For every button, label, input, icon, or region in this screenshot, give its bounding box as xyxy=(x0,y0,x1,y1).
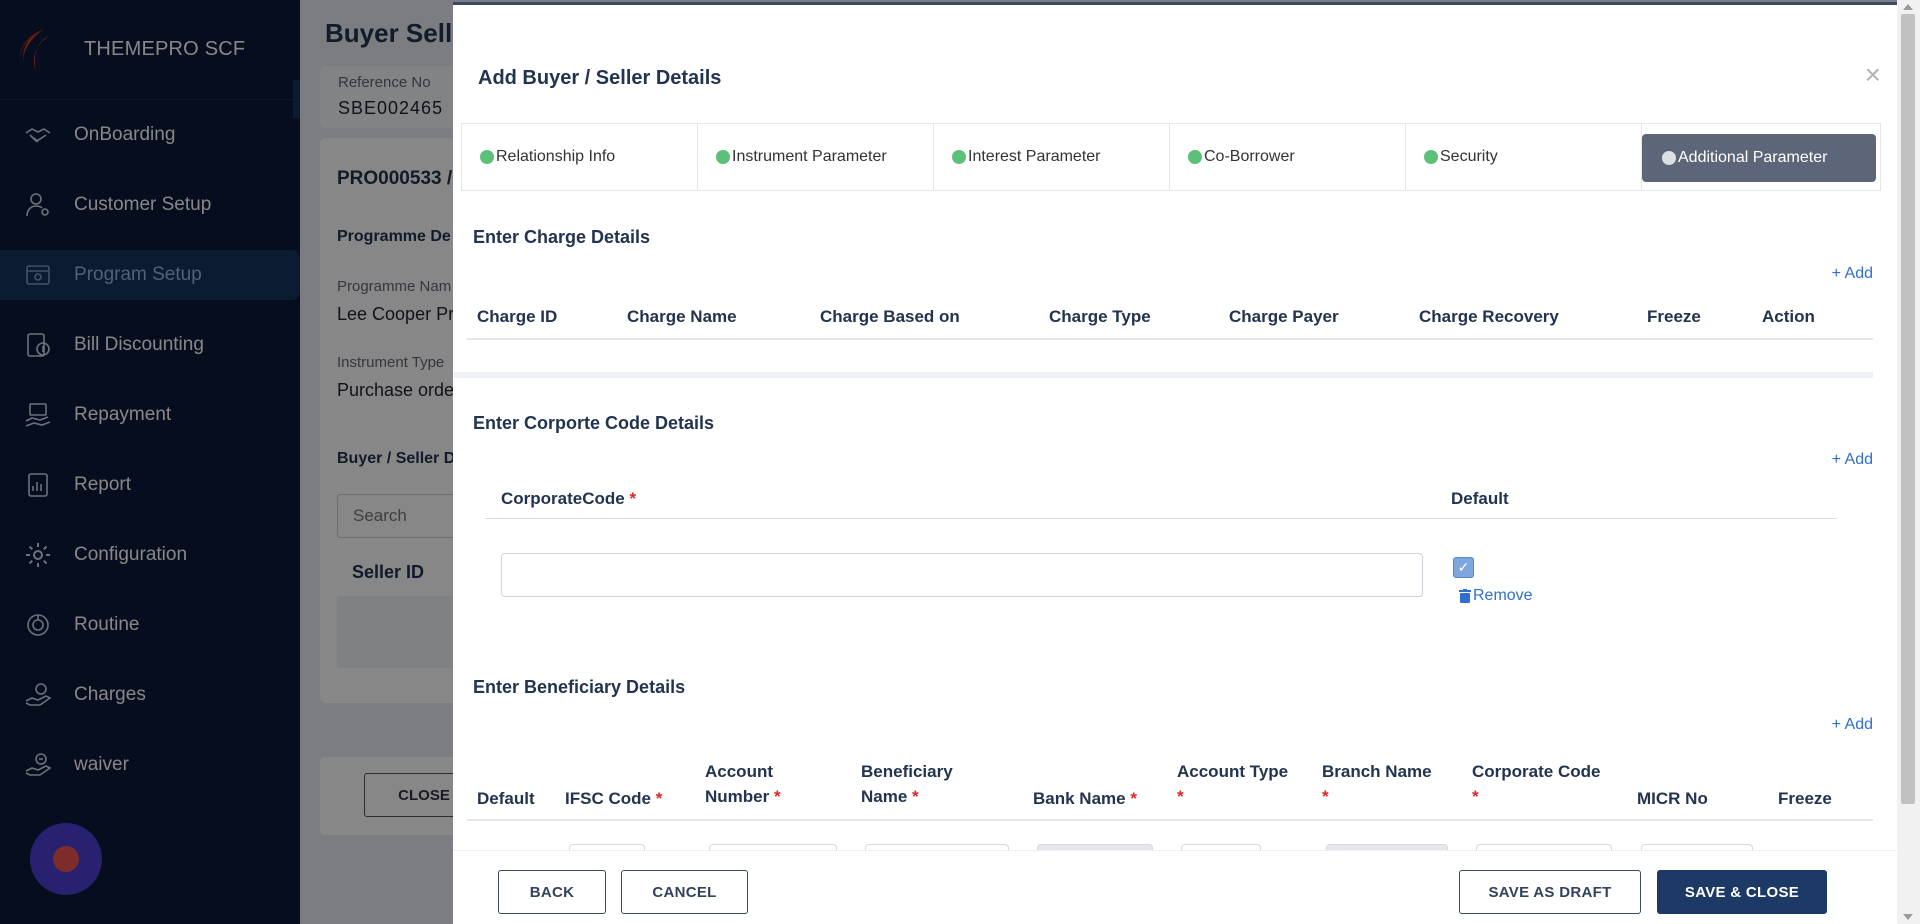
column-label: Account Type xyxy=(1177,762,1289,781)
trash-icon xyxy=(1459,589,1471,603)
column-header: Action xyxy=(1762,307,1815,326)
save-and-close-button[interactable]: SAVE & CLOSE xyxy=(1657,870,1827,914)
tab-label: Interest Parameter xyxy=(968,148,1101,165)
cancel-button[interactable]: CANCEL xyxy=(621,870,748,914)
column-header: Charge ID xyxy=(477,307,558,326)
add-charge-link[interactable]: + Add xyxy=(1832,265,1873,283)
column-label: CorporateCode xyxy=(501,488,625,508)
add-beneficiary-link[interactable]: + Add xyxy=(1832,716,1873,734)
status-dot-icon xyxy=(1188,150,1202,164)
column-label: Bank Name xyxy=(1033,789,1126,808)
required-mark: * xyxy=(655,789,663,808)
modal-content[interactable]: Enter Charge Details + Add Charge ID Cha… xyxy=(453,191,1873,851)
tab-bar: Relationship Info Instrument Parameter I… xyxy=(461,123,1881,191)
column-label: Freeze xyxy=(1778,789,1832,808)
column-header: Charge Payer xyxy=(1229,307,1339,326)
column-header-bank-name: Bank Name * xyxy=(1023,789,1167,809)
tab-label: Instrument Parameter xyxy=(732,148,887,165)
column-header: Freeze xyxy=(1647,307,1701,326)
required-mark: * xyxy=(912,787,919,806)
scrollbar-thumb[interactable] xyxy=(1901,14,1915,804)
tab-label: Security xyxy=(1440,148,1498,165)
status-dot-icon xyxy=(952,150,966,164)
required-mark: * xyxy=(1130,789,1137,808)
column-label: Account xyxy=(705,762,773,781)
status-dot-icon xyxy=(716,150,730,164)
scroll-down-icon[interactable] xyxy=(1903,914,1913,920)
tab-security[interactable]: Security xyxy=(1406,124,1642,190)
column-header: Charge Name xyxy=(627,307,737,326)
close-icon[interactable]: × xyxy=(1865,61,1881,89)
tab-label: Co-Borrower xyxy=(1204,148,1295,165)
charge-table-header: Charge ID Charge Name Charge Based on Ch… xyxy=(467,296,1873,340)
column-label: Beneficiary xyxy=(861,762,953,781)
page-scrollbar[interactable] xyxy=(1897,0,1920,924)
column-header-account-number: Account Number * xyxy=(695,759,851,809)
column-header: Charge Based on xyxy=(820,307,960,326)
beneficiary-section-title: Enter Beneficiary Details xyxy=(473,677,686,697)
status-dot-icon xyxy=(1424,150,1438,164)
column-header-freeze: Freeze xyxy=(1768,789,1848,809)
modal-title: Add Buyer / Seller Details xyxy=(478,67,722,89)
tab-relationship-info[interactable]: Relationship Info xyxy=(462,124,698,190)
column-label: IFSC Code xyxy=(565,789,651,808)
add-corporate-code-link[interactable]: + Add xyxy=(1832,451,1873,469)
column-label: MICR No xyxy=(1637,789,1708,808)
corporate-code-input[interactable] xyxy=(501,553,1423,597)
remove-button[interactable]: Remove xyxy=(1459,587,1533,605)
scroll-up-icon[interactable] xyxy=(1903,4,1913,10)
required-mark: * xyxy=(1177,787,1184,806)
required-mark: * xyxy=(1472,787,1479,806)
status-dot-icon xyxy=(1662,151,1676,165)
column-label: Number xyxy=(705,787,770,806)
corporate-section-title: Enter Corporte Code Details xyxy=(473,413,715,433)
tab-instrument-parameter[interactable]: Instrument Parameter xyxy=(698,124,934,190)
tab-co-borrower[interactable]: Co-Borrower xyxy=(1170,124,1406,190)
column-header: Charge Type xyxy=(1049,307,1151,326)
beneficiary-table-header: Default IFSC Code * Account Number * Bene… xyxy=(467,761,1873,821)
column-label: Default xyxy=(477,789,535,808)
required-mark: * xyxy=(773,787,781,806)
column-header-corporate-code: CorporateCode * xyxy=(485,489,1435,509)
required-mark: * xyxy=(629,488,637,508)
column-header-default: Default xyxy=(1451,488,1509,508)
modal-footer: BACK CANCEL SAVE AS DRAFT SAVE & CLOSE xyxy=(453,850,1897,924)
column-label: Name xyxy=(861,787,908,806)
save-as-draft-button[interactable]: SAVE AS DRAFT xyxy=(1459,870,1641,914)
column-label: Corporate Code xyxy=(1472,762,1601,781)
required-mark: * xyxy=(1322,787,1329,806)
column-header: Charge Recovery xyxy=(1419,307,1559,326)
column-label: Branch Name xyxy=(1322,762,1432,781)
status-dot-icon xyxy=(480,150,494,164)
default-checkbox[interactable]: ✓ xyxy=(1453,557,1474,578)
tab-label: Additional Parameter xyxy=(1678,149,1828,166)
column-header-micr-no: MICR No xyxy=(1627,789,1768,809)
column-header-beneficiary-name: Beneficiary Name * xyxy=(851,759,1023,809)
tab-interest-parameter[interactable]: Interest Parameter xyxy=(934,124,1170,190)
back-button[interactable]: BACK xyxy=(498,870,606,914)
corporate-table-header: CorporateCode * Default xyxy=(485,479,1837,519)
add-buyer-seller-modal: Add Buyer / Seller Details × Relationshi… xyxy=(453,2,1897,924)
section-divider xyxy=(453,372,1873,378)
column-header-account-type: Account Type * xyxy=(1167,759,1312,809)
remove-label: Remove xyxy=(1473,587,1533,604)
column-header-branch-name: Branch Name * xyxy=(1312,759,1462,809)
charge-section-title: Enter Charge Details xyxy=(473,227,651,247)
column-header-default: Default xyxy=(467,789,555,809)
column-header-ifsc-code: IFSC Code * xyxy=(555,789,695,809)
tab-label: Relationship Info xyxy=(496,148,616,165)
column-header-corporate-code: Corporate Code * xyxy=(1462,759,1627,809)
tab-additional-parameter[interactable]: Additional Parameter xyxy=(1642,134,1876,182)
check-icon: ✓ xyxy=(1457,559,1470,575)
